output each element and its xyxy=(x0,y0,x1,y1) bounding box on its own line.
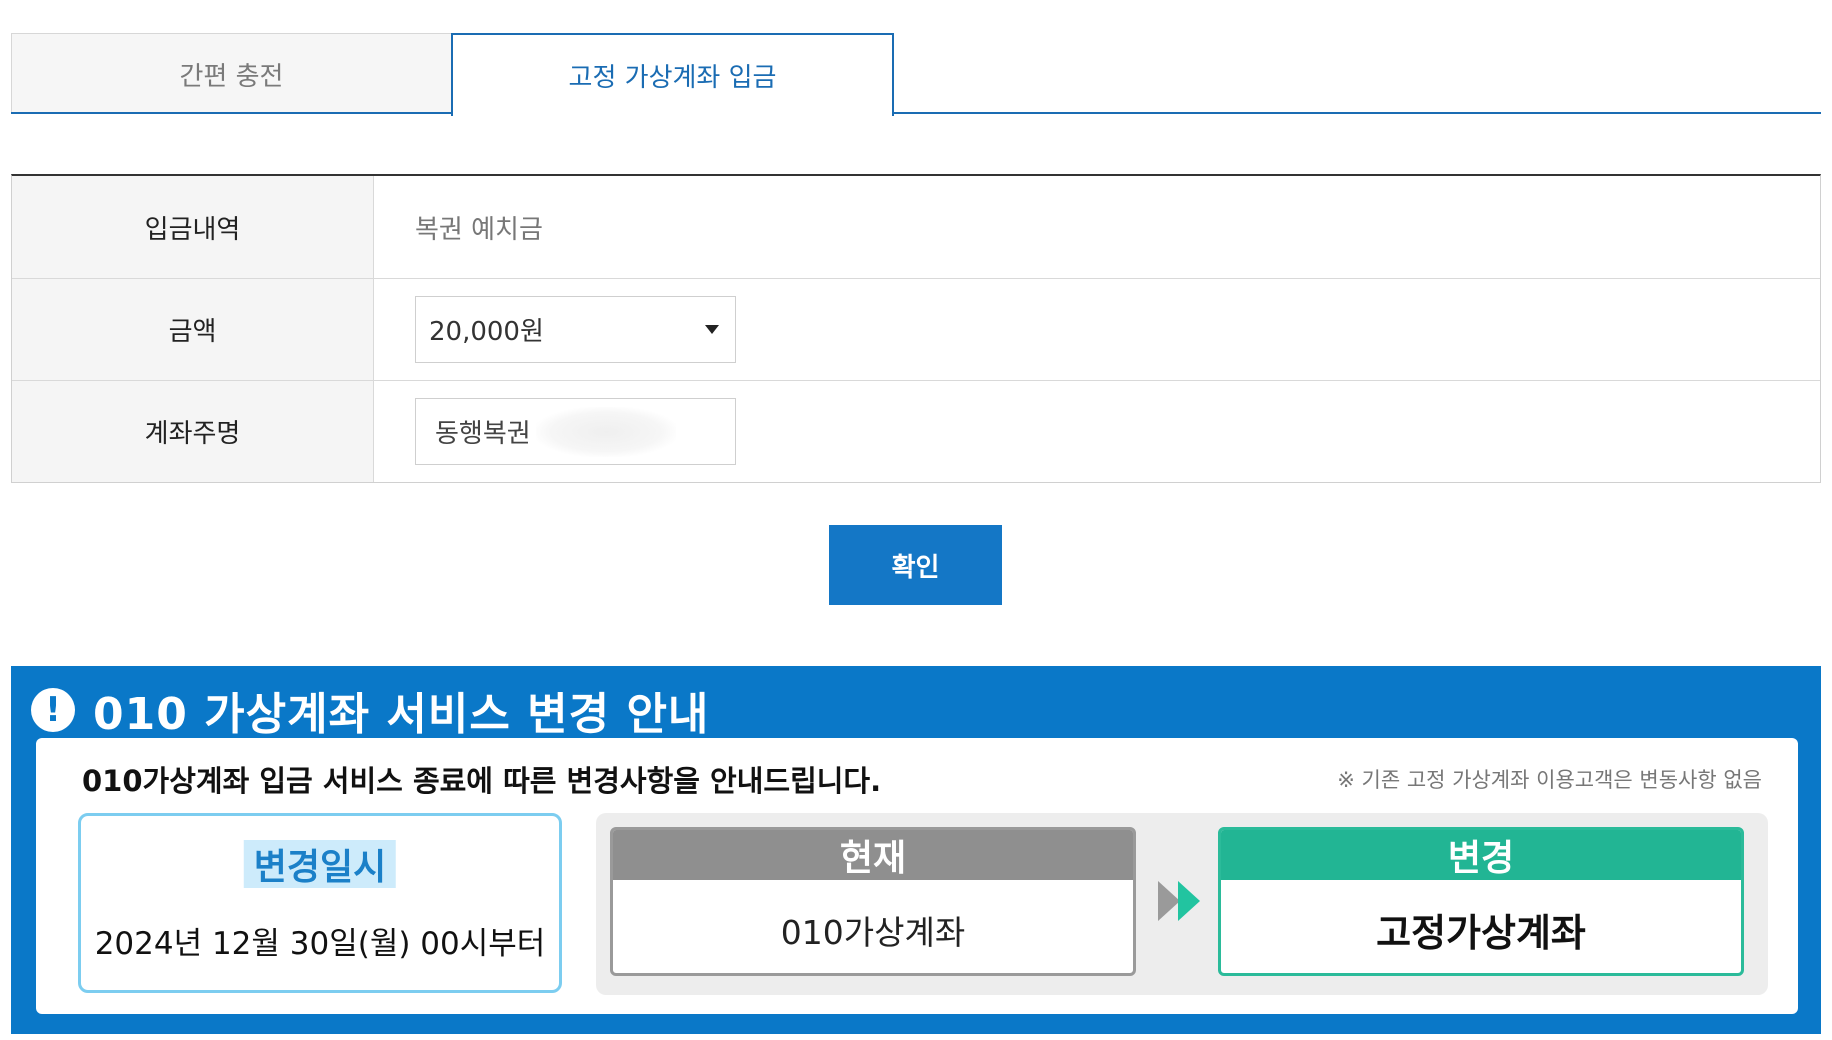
form-row-amount: 금액 20,000원 xyxy=(12,278,1820,380)
tab-fixed-virtual-account[interactable]: 고정 가상계좌 입금 xyxy=(451,33,894,118)
new-value: 고정가상계좌 xyxy=(1376,911,1586,955)
amount-select[interactable]: 20,000원 xyxy=(415,296,736,363)
tab-easy-charge[interactable]: 간편 충전 xyxy=(11,33,452,114)
current-label: 현재 xyxy=(613,830,1133,880)
current-card: 현재 010가상계좌 xyxy=(610,827,1136,976)
change-date-card: 변경일시 2024년 12월 30일(월) 00시부터 xyxy=(78,813,562,993)
change-date-value: 2024년 12월 30일(월) 00시부터 xyxy=(94,926,546,962)
new-label: 변경 xyxy=(1221,830,1741,880)
exclamation-icon: ! xyxy=(31,688,75,732)
notice-note: ※ 기존 고정 가상계좌 이용고객은 변동사항 없음 xyxy=(1337,768,1762,792)
redaction-blur xyxy=(536,407,676,457)
tab-bar: 간편 충전 고정 가상계좌 입금 xyxy=(11,33,1821,118)
deposit-detail-label: 입금내역 xyxy=(12,176,374,278)
notice-title: 010 가상계좌 서비스 변경 안내 xyxy=(93,689,710,740)
tab-baseline xyxy=(11,112,1821,114)
notice-main-text: 010가상계좌 입금 서비스 종료에 따른 변경사항을 안내드립니다. xyxy=(82,764,882,798)
tab-easy-charge-label: 간편 충전 xyxy=(179,61,284,92)
account-holder-label: 계좌주명 xyxy=(12,381,374,482)
comparison-panel: 현재 010가상계좌 변경 고정가상계좌 xyxy=(596,813,1768,995)
dropdown-caret-icon xyxy=(705,325,719,334)
new-card: 변경 고정가상계좌 xyxy=(1218,827,1744,976)
tab-fixed-virtual-account-label: 고정 가상계좌 입금 xyxy=(568,63,777,93)
amount-selected-value: 20,000원 xyxy=(429,317,544,347)
account-holder-field[interactable]: 동행복권 xyxy=(415,398,736,465)
amount-label: 금액 xyxy=(12,279,374,380)
notice-banner: ! 010 가상계좌 서비스 변경 안내 010가상계좌 입금 서비스 종료에 … xyxy=(11,666,1821,1034)
double-arrow-icon xyxy=(1158,881,1200,921)
change-date-label: 변경일시 xyxy=(243,840,397,888)
form-row-deposit-detail: 입금내역 복권 예치금 xyxy=(12,176,1820,278)
notice-body: 010가상계좌 입금 서비스 종료에 따른 변경사항을 안내드립니다. ※ 기존… xyxy=(36,738,1798,1014)
confirm-button[interactable]: 확인 xyxy=(829,525,1002,605)
form-row-account-holder: 계좌주명 동행복권 xyxy=(12,380,1820,482)
current-value: 010가상계좌 xyxy=(780,912,966,952)
notice-header: ! 010 가상계좌 서비스 변경 안내 xyxy=(31,680,709,740)
deposit-form: 입금내역 복권 예치금 금액 20,000원 계좌주명 동행복권 xyxy=(11,174,1821,483)
account-holder-value: 동행복권 xyxy=(435,419,531,449)
deposit-detail-value: 복권 예치금 xyxy=(415,214,543,245)
